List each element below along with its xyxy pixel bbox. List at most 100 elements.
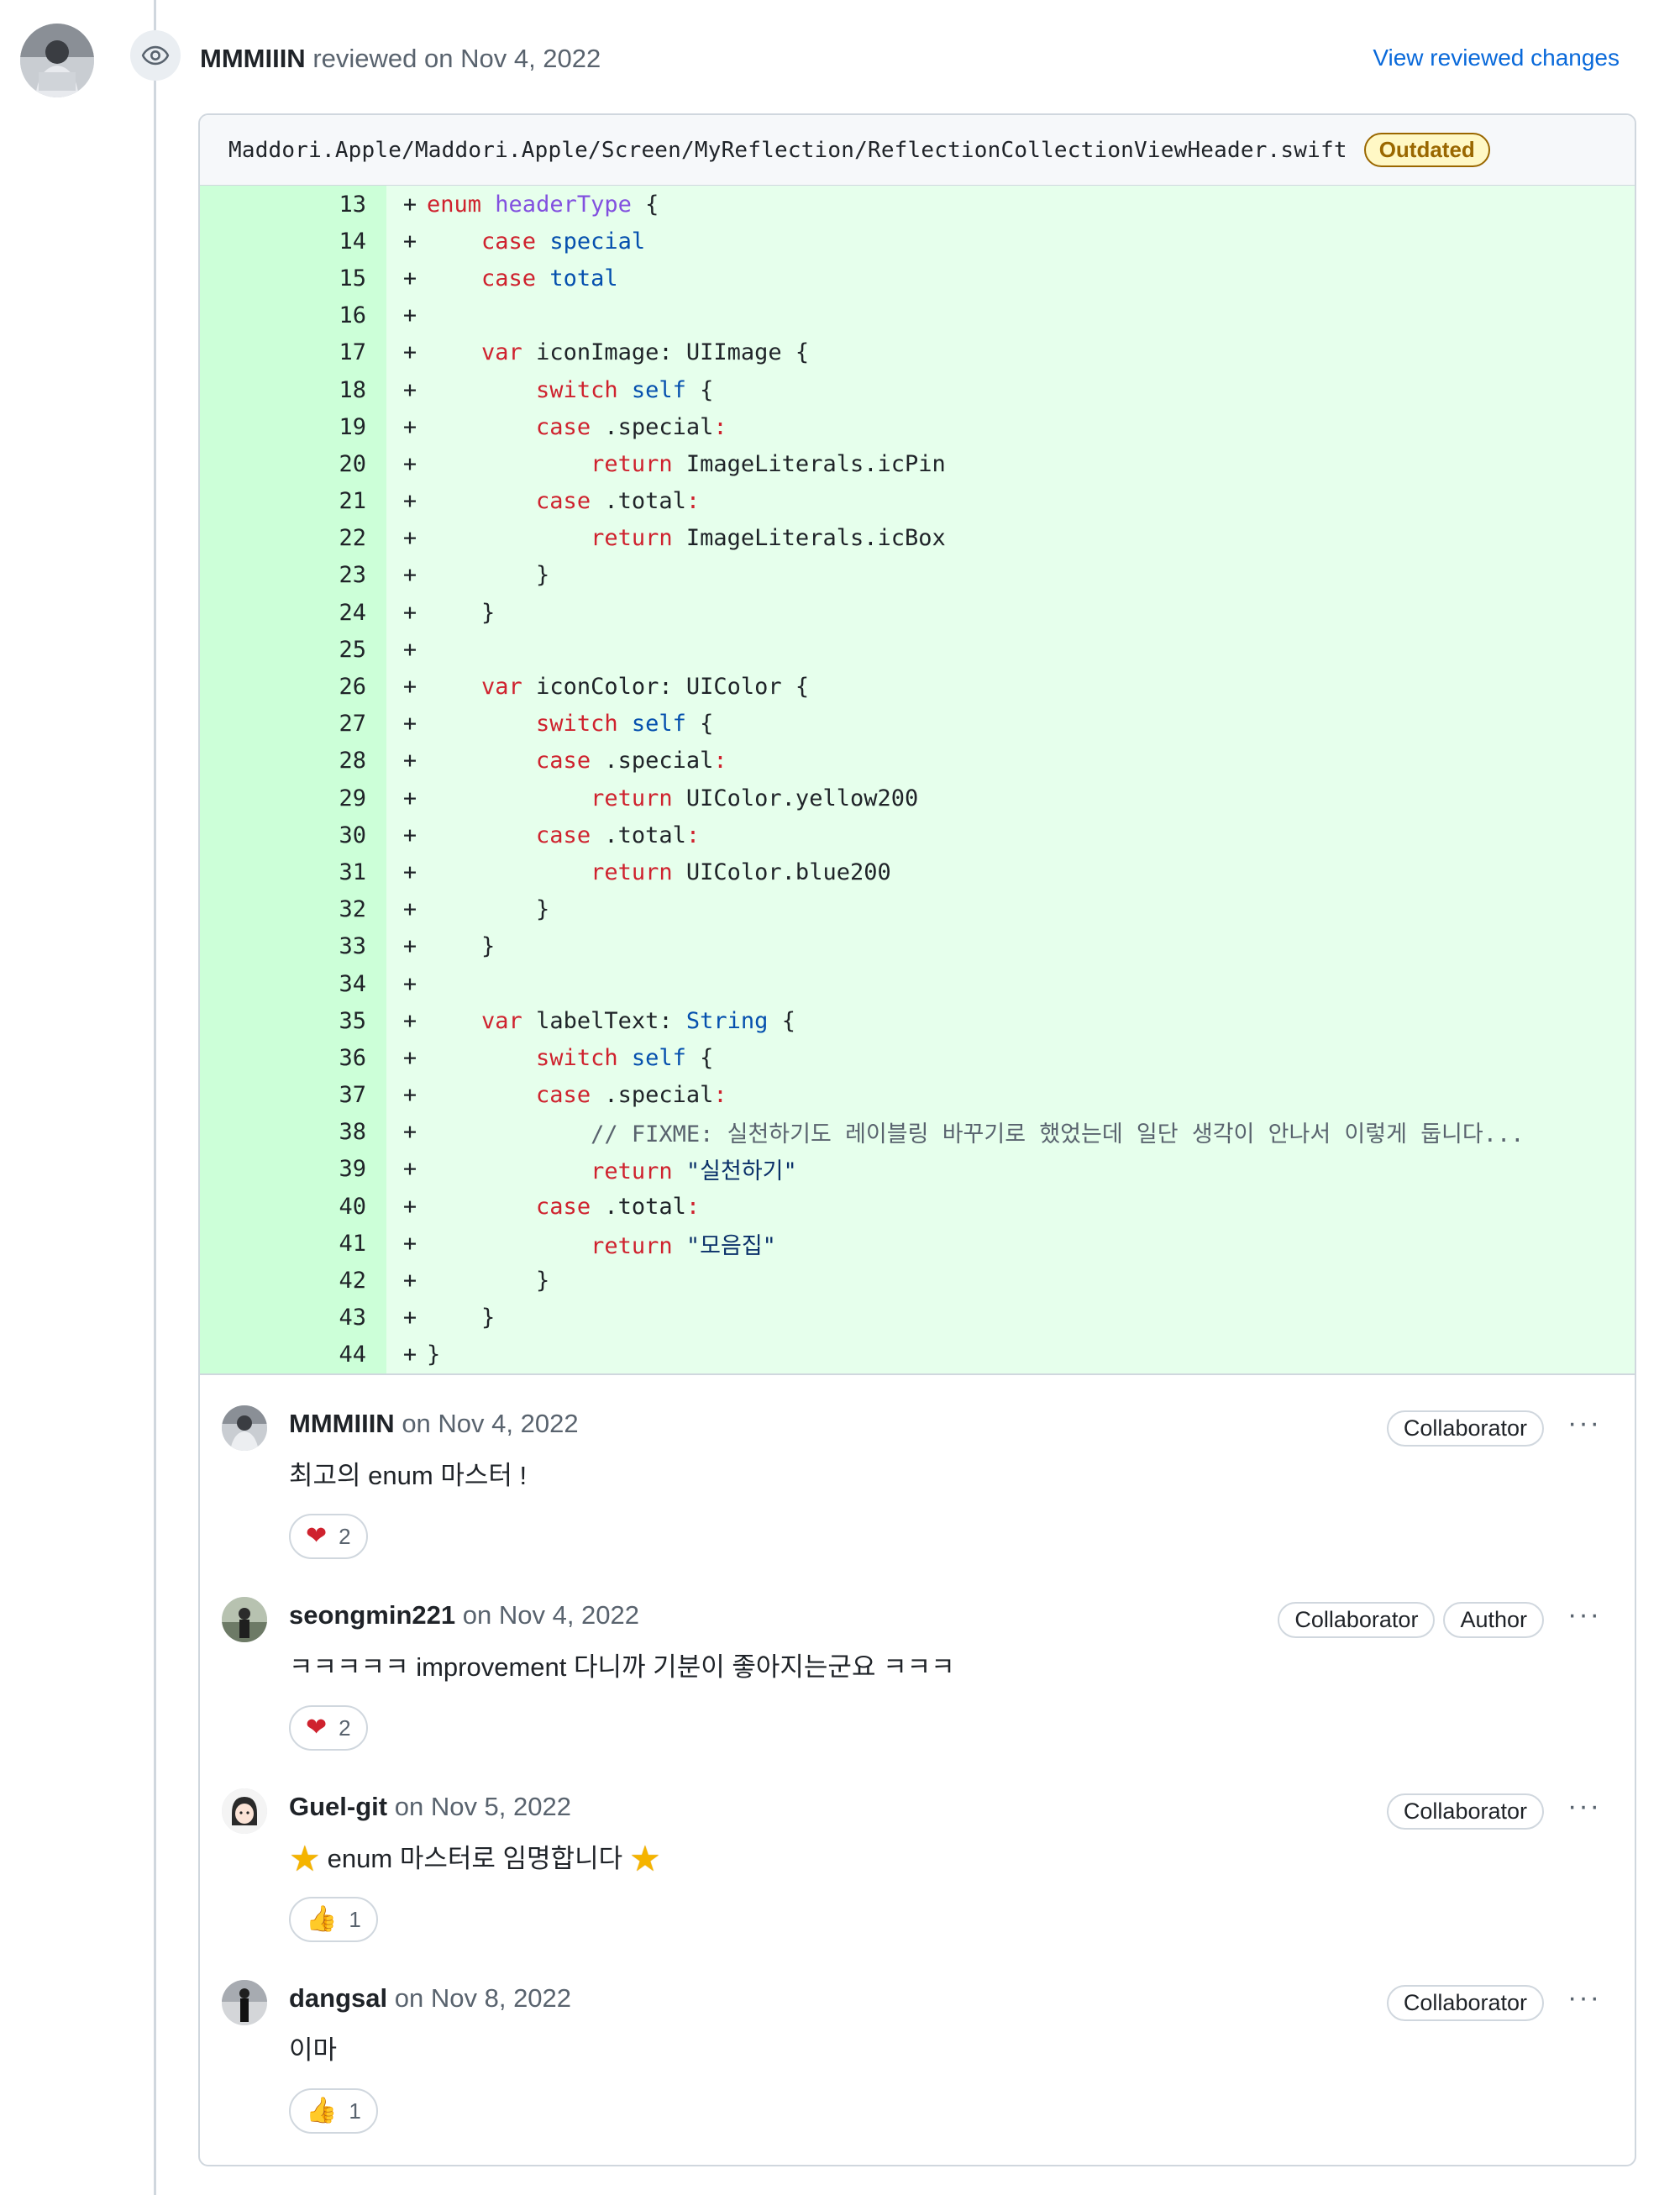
reaction-button[interactable]: 👍 1 xyxy=(289,2088,378,2134)
line-number[interactable]: 27 xyxy=(200,705,386,743)
code-line: 18 + switch self { xyxy=(200,370,1635,409)
star-icon: ★ xyxy=(629,1839,661,1878)
code-line: 15 + case total xyxy=(200,260,1635,297)
line-number[interactable]: 21 xyxy=(200,482,386,520)
code-line: 24 + } xyxy=(200,594,1635,632)
collaborator-badge: Collaborator xyxy=(1278,1602,1436,1638)
line-number[interactable]: 17 xyxy=(200,333,386,371)
more-options-icon[interactable]: ··· xyxy=(1567,1790,1601,1823)
line-number[interactable]: 42 xyxy=(200,1262,386,1300)
comment-date[interactable]: on Nov 4, 2022 xyxy=(395,1409,578,1438)
line-number[interactable]: 36 xyxy=(200,1039,386,1077)
line-number[interactable]: 23 xyxy=(200,556,386,595)
more-options-icon[interactable]: ··· xyxy=(1567,1599,1601,1631)
line-number[interactable]: 18 xyxy=(200,370,386,409)
comment: Guel-git on Nov 5, 2022 Collaborator ···… xyxy=(200,1758,1635,1950)
comment-list: MMMIIIN on Nov 4, 2022 Collaborator ··· … xyxy=(200,1373,1635,2141)
line-number[interactable]: 35 xyxy=(200,1002,386,1040)
comment-body: ★ enum 마스터로 임명합니다 ★ xyxy=(289,1839,661,1878)
file-path[interactable]: Maddori.Apple/Maddori.Apple/Screen/MyRef… xyxy=(228,138,1347,163)
line-number[interactable]: 40 xyxy=(200,1188,386,1226)
comment-header: seongmin221 on Nov 4, 2022 xyxy=(289,1599,639,1632)
code-line: 19 + case .special: xyxy=(200,408,1635,446)
code-line: 22 + return ImageLiterals.icBox xyxy=(200,519,1635,557)
line-number[interactable]: 31 xyxy=(200,853,386,891)
line-number[interactable]: 30 xyxy=(200,817,386,854)
more-options-icon[interactable]: ··· xyxy=(1567,1982,1601,2014)
code-line: 36 + switch self { xyxy=(200,1039,1635,1077)
line-number[interactable]: 33 xyxy=(200,927,386,965)
reaction-button[interactable]: 👍 1 xyxy=(289,1897,378,1942)
code-line: 43 + } xyxy=(200,1299,1635,1336)
avatar[interactable] xyxy=(222,1405,267,1451)
code-line: 41 + return "모음집" xyxy=(200,1225,1635,1263)
collaborator-badge: Collaborator xyxy=(1386,1410,1544,1447)
comment-date[interactable]: on Nov 8, 2022 xyxy=(387,1983,571,2013)
line-number[interactable]: 22 xyxy=(200,519,386,557)
code-line: 40 + case .total: xyxy=(200,1188,1635,1226)
thread-file-header: Maddori.Apple/Maddori.Apple/Screen/MyRef… xyxy=(200,115,1635,186)
comment-author[interactable]: Guel-git xyxy=(289,1792,387,1821)
line-number[interactable]: 39 xyxy=(200,1150,386,1189)
reaction-count: 1 xyxy=(349,2098,361,2124)
reaction-button[interactable]: ❤ 2 xyxy=(289,1705,368,1751)
line-number[interactable]: 32 xyxy=(200,890,386,928)
line-number[interactable]: 25 xyxy=(200,631,386,669)
code-line: 30 + case .total: xyxy=(200,817,1635,854)
reaction-button[interactable]: ❤ 2 xyxy=(289,1514,368,1559)
comment: MMMIIIN on Nov 4, 2022 Collaborator ··· … xyxy=(200,1375,1635,1567)
line-number[interactable]: 38 xyxy=(200,1113,386,1151)
heart-icon: ❤ xyxy=(306,1714,328,1741)
avatar[interactable] xyxy=(222,1597,267,1642)
code-line: 13 + enum headerType { xyxy=(200,186,1635,223)
code-line: 20 + return ImageLiterals.icPin xyxy=(200,445,1635,483)
line-number[interactable]: 24 xyxy=(200,594,386,632)
code-line: 32 + } xyxy=(200,890,1635,928)
code-line: 35 + var labelText: String { xyxy=(200,1002,1635,1040)
code-diff: 13 + enum headerType { 14 + case special 15… xyxy=(200,186,1635,1373)
line-number[interactable]: 43 xyxy=(200,1299,386,1336)
avatar[interactable] xyxy=(222,1980,267,2025)
view-reviewed-changes-link[interactable]: View reviewed changes xyxy=(1373,42,1620,74)
comment-header: dangsal on Nov 8, 2022 xyxy=(289,1982,571,2015)
author-badge: Author xyxy=(1443,1602,1544,1638)
comment-author[interactable]: seongmin221 xyxy=(289,1600,455,1630)
line-number[interactable]: 16 xyxy=(200,297,386,334)
review-author[interactable]: MMMIIIN xyxy=(200,44,306,73)
code-line: 17 + var iconImage: UIImage { xyxy=(200,333,1635,371)
line-number[interactable]: 41 xyxy=(200,1225,386,1263)
reviewer-avatar[interactable] xyxy=(20,24,94,97)
review-action: reviewed on Nov 4, 2022 xyxy=(305,44,601,73)
comment-author[interactable]: MMMIIIN xyxy=(289,1409,395,1438)
comment-body: 최고의 enum 마스터 ! xyxy=(289,1461,528,1490)
code-line: 14 + case special xyxy=(200,223,1635,260)
code-line: 27 + switch self { xyxy=(200,705,1635,743)
line-number[interactable]: 14 xyxy=(200,223,386,260)
line-number[interactable]: 28 xyxy=(200,742,386,780)
code-line: 25 + xyxy=(200,631,1635,669)
avatar[interactable] xyxy=(222,1788,267,1834)
timeline-line xyxy=(154,0,156,2195)
comment-header: MMMIIIN on Nov 4, 2022 xyxy=(289,1407,579,1441)
line-number[interactable]: 19 xyxy=(200,408,386,446)
comment-date[interactable]: on Nov 5, 2022 xyxy=(387,1792,571,1821)
collaborator-badge: Collaborator xyxy=(1386,1793,1544,1830)
comment-body: ㅋㅋㅋㅋㅋ improvement 다니까 기분이 좋아지는군요 ㅋㅋㅋ xyxy=(289,1652,955,1682)
more-options-icon[interactable]: ··· xyxy=(1567,1407,1601,1440)
star-icon: ★ xyxy=(289,1839,321,1878)
line-number[interactable]: 44 xyxy=(200,1336,386,1373)
review-thread: Maddori.Apple/Maddori.Apple/Screen/MyRef… xyxy=(198,113,1636,2166)
line-number[interactable]: 34 xyxy=(200,964,386,1003)
line-number[interactable]: 13 xyxy=(200,186,386,223)
comment-author[interactable]: dangsal xyxy=(289,1983,387,2013)
line-number[interactable]: 29 xyxy=(200,780,386,817)
line-number[interactable]: 20 xyxy=(200,445,386,483)
line-number[interactable]: 26 xyxy=(200,668,386,706)
heart-icon: ❤ xyxy=(306,1522,328,1550)
line-number[interactable]: 37 xyxy=(200,1076,386,1114)
comment-badges: Collaborator xyxy=(1386,1985,1544,2021)
reaction-count: 2 xyxy=(339,1715,351,1741)
line-number[interactable]: 15 xyxy=(200,260,386,297)
comment-badges: Collaborator xyxy=(1386,1793,1544,1830)
comment-date[interactable]: on Nov 4, 2022 xyxy=(455,1600,639,1630)
